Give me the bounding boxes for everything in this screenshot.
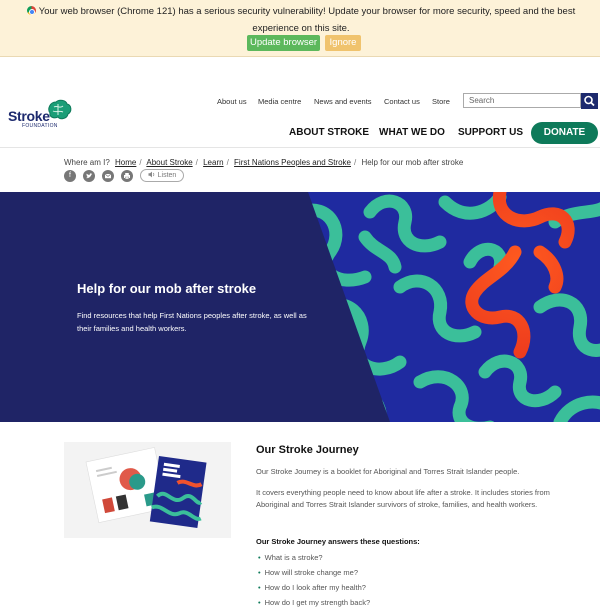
breadcrumb-separator: /: [195, 158, 198, 167]
listen-label: Listen: [157, 172, 177, 179]
printer-glyph: [124, 173, 130, 180]
logo-word: Stroke: [8, 108, 50, 124]
question-text: What is a stroke?: [264, 553, 323, 562]
twitter-icon[interactable]: [83, 170, 95, 182]
topnav-news-and-events[interactable]: News and events: [314, 97, 372, 106]
breadcrumb-learn[interactable]: Learn: [203, 158, 223, 167]
list-item: • How do I get my strength back?: [258, 597, 370, 612]
mainnav-support-us[interactable]: SUPPORT US: [458, 127, 523, 138]
facebook-icon[interactable]: f: [64, 170, 76, 182]
breadcrumb-separator: /: [139, 158, 142, 167]
booklet-image: [64, 442, 231, 538]
booklet-illustration: [64, 442, 231, 538]
breadcrumb-separator: /: [354, 158, 357, 167]
breadcrumb-prefix: Where am I?: [64, 158, 110, 167]
bullet: •: [258, 553, 261, 562]
search-input[interactable]: Search: [463, 93, 581, 108]
ignore-button[interactable]: Ignore: [325, 35, 361, 51]
questions-list: • What is a stroke? • How will stroke chan…: [258, 552, 370, 612]
aboriginal-pattern-artwork: [308, 192, 600, 422]
chrome-icon: [26, 6, 36, 15]
journey-intro: Our Stroke Journey is a booklet for Abor…: [256, 467, 520, 476]
breadcrumb-home[interactable]: Home: [115, 158, 136, 167]
topnav-media-centre[interactable]: Media centre: [258, 97, 301, 106]
bullet: •: [258, 598, 261, 607]
mainnav-what-we-do[interactable]: WHAT WE DO: [379, 127, 445, 138]
breadcrumb-current: Help for our mob after stroke: [361, 158, 464, 167]
breadcrumb-first-nations[interactable]: First Nations Peoples and Stroke: [234, 158, 351, 167]
question-text: How will stroke change me?: [264, 568, 359, 577]
update-banner-message: Your web browser (Chrome 121) has a seri…: [38, 6, 576, 34]
stroke-foundation-logo[interactable]: Stroke FOUNDATION: [8, 99, 72, 135]
bullet: •: [258, 583, 261, 592]
speaker-icon: [148, 171, 154, 178]
bullet: •: [258, 568, 261, 577]
email-icon[interactable]: [102, 170, 114, 182]
update-banner-message-row: Your web browser (Chrome 121) has a seri…: [6, 3, 596, 37]
search-icon: [584, 95, 595, 107]
topnav-store[interactable]: Store: [432, 97, 450, 106]
print-icon[interactable]: [121, 170, 133, 182]
breadcrumb: Where am I? Home / About Stroke / Learn / F…: [64, 158, 463, 167]
topnav-contact-us[interactable]: Contact us: [384, 97, 420, 106]
list-item: • How do I look after my health?: [258, 582, 370, 597]
breadcrumb-about-stroke[interactable]: About Stroke: [146, 158, 192, 167]
update-browser-button[interactable]: Update browser: [247, 35, 320, 51]
journey-description: It covers everything people need to know…: [256, 488, 550, 509]
mainnav-about-stroke[interactable]: ABOUT STROKE: [289, 127, 369, 138]
list-item: • How will stroke change me?: [258, 567, 370, 582]
topnav-about-us[interactable]: About us: [217, 97, 247, 106]
envelope-glyph: [104, 173, 112, 179]
journey-title: Our Stroke Journey: [256, 444, 359, 456]
list-item: • What is a stroke?: [258, 552, 370, 567]
brain-icon: [48, 99, 72, 120]
question-text: How do I get my strength back?: [264, 598, 371, 607]
hero-description: Find resources that help First Nations p…: [77, 311, 307, 333]
logo-subtitle: FOUNDATION: [22, 123, 58, 129]
twitter-bird-glyph: [86, 173, 93, 179]
search-button[interactable]: [581, 93, 598, 109]
donate-button[interactable]: DONATE: [531, 122, 598, 144]
question-text: How do I look after my health?: [264, 583, 366, 592]
hero-banner: Help for our mob after stroke Find resou…: [0, 192, 600, 422]
breadcrumb-separator: /: [226, 158, 229, 167]
header-divider: [0, 147, 600, 148]
hero-title: Help for our mob after stroke: [77, 281, 257, 296]
browser-update-banner: Your web browser (Chrome 121) has a seri…: [0, 0, 600, 57]
questions-heading: Our Stroke Journey answers these questio…: [256, 537, 420, 546]
listen-button[interactable]: Listen: [140, 169, 184, 182]
